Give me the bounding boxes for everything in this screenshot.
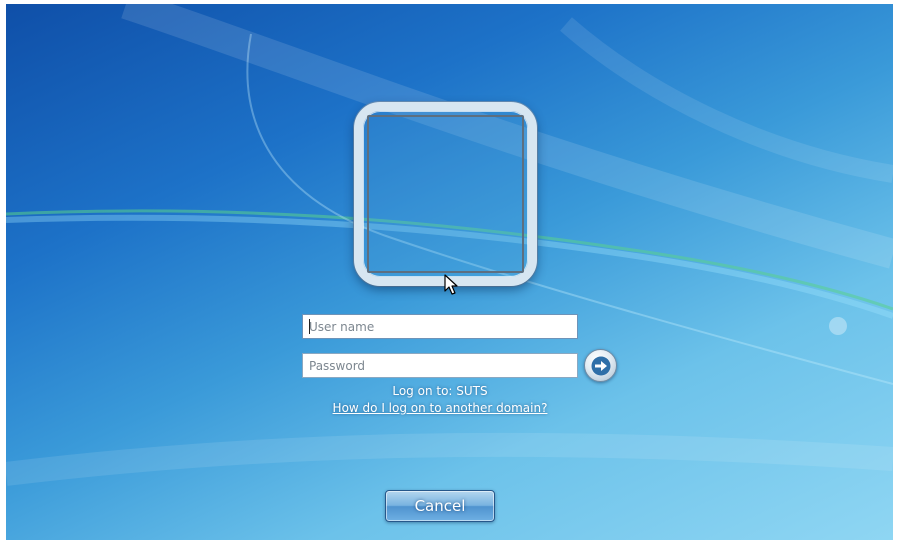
user-picture-frame (354, 102, 537, 286)
password-input[interactable] (302, 353, 578, 378)
username-input[interactable] (302, 314, 578, 339)
mouse-pointer-icon (444, 274, 458, 295)
submit-arrow-button[interactable] (584, 349, 617, 382)
other-domain-link[interactable]: How do I log on to another domain? (302, 401, 578, 415)
logon-to-label: Log on to: SUTS (392, 384, 488, 398)
cancel-button[interactable]: Cancel (385, 490, 495, 522)
user-picture-area (367, 115, 524, 273)
text-caret (309, 319, 310, 334)
arrow-right-icon (591, 356, 611, 376)
logon-screen (6, 4, 893, 540)
